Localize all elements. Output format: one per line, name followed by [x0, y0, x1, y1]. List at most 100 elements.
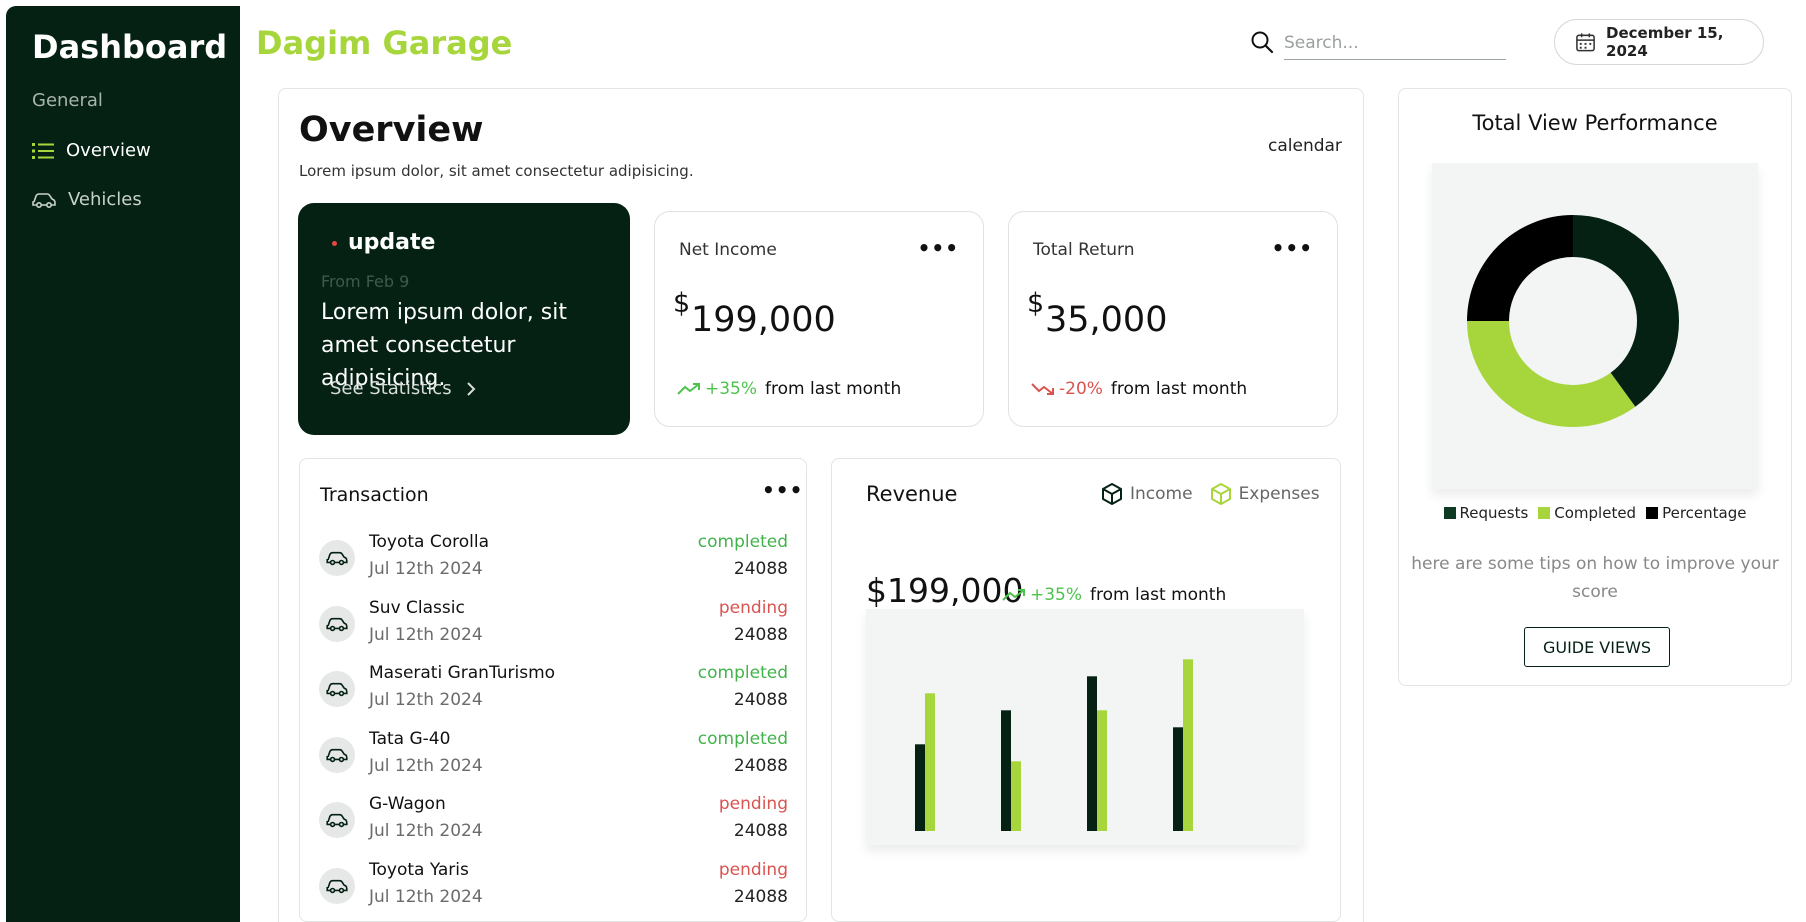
stat-currency: $: [673, 288, 691, 319]
more-icon[interactable]: •••: [762, 478, 803, 502]
more-icon[interactable]: •••: [918, 236, 959, 260]
status-badge: pending: [718, 860, 788, 880]
legend-requests: Requests: [1443, 504, 1528, 522]
more-icon[interactable]: •••: [1272, 236, 1313, 260]
bar-series1-2: [1097, 710, 1107, 831]
trend-down-icon: [1031, 383, 1054, 395]
vehicle-name: Toyota Corolla: [369, 532, 489, 552]
vehicle-name: Suv Classic: [369, 597, 465, 618]
transaction-amount: 24088: [733, 624, 788, 645]
update-card: update From Feb 9 Lorem ipsum dolor, sit…: [298, 203, 630, 435]
donut-chart-box: [1432, 163, 1758, 489]
see-statistics-label: See Statistics: [330, 378, 452, 399]
stat-trend: -20% from last month: [1031, 379, 1247, 399]
legend-income: Income: [1100, 482, 1193, 506]
update-date: From Feb 9: [321, 272, 410, 291]
bar-series0-3: [1173, 727, 1183, 831]
revenue-value: $199,000: [866, 571, 1024, 610]
legend-swatch: [1443, 507, 1456, 519]
tips-text: here are some tips on how to improve you…: [1411, 554, 1779, 602]
legend-swatch: [1646, 507, 1659, 519]
transaction-amount: 24088: [733, 755, 788, 776]
car-avatar: [319, 605, 355, 642]
status-badge: pending: [718, 794, 788, 815]
table-row[interactable]: Tata G-40 Jul 12th 2024 completed 24088: [318, 725, 788, 783]
donut-slice-percentage: [1467, 215, 1573, 321]
stat-currency: $: [1027, 288, 1045, 319]
car-avatar: [319, 802, 355, 839]
legend-expenses: Expenses: [1209, 482, 1320, 506]
cube-icon: [1102, 483, 1122, 505]
update-dot: [332, 241, 337, 246]
transaction-amount: 24088: [733, 821, 788, 842]
transaction-date: Jul 12th 2024: [369, 755, 483, 776]
revenue-title: Revenue: [866, 482, 958, 506]
vehicle-name: Maserati GranTurismo: [369, 663, 556, 684]
stat-label: Net Income: [679, 240, 777, 260]
sidebar-item-label: Vehicles: [68, 189, 142, 210]
table-row[interactable]: G-Wagon Jul 12th 2024 pending 24088: [318, 790, 788, 848]
donut-legend: Requests Completed Percentage: [1398, 504, 1792, 522]
total-return-card: Total Return ••• $ 35,000 -20% from last…: [1008, 211, 1338, 427]
revenue-trend: +35% from last month: [1002, 585, 1226, 605]
stat-value: 199,000: [691, 300, 836, 340]
transaction-date: Jul 12th 2024: [369, 887, 483, 907]
transaction-date: Jul 12th 2024: [369, 690, 483, 711]
legend-completed: Completed: [1538, 504, 1636, 522]
legend-percentage: Percentage: [1646, 504, 1746, 522]
car-icon: [32, 192, 56, 208]
app-title: Dagim Garage: [256, 24, 513, 62]
trend-value: -20%: [1059, 379, 1103, 399]
table-row[interactable]: Toyota Corolla Jul 12th 2024 completed 2408…: [318, 528, 788, 586]
revenue-chart: [866, 609, 1304, 845]
table-row[interactable]: Maserati GranTurismo Jul 12th 2024 complet…: [318, 659, 788, 717]
trend-up-icon: [1002, 589, 1025, 601]
legend-income-label: Income: [1130, 484, 1193, 504]
list-icon: [32, 142, 54, 159]
donut-slice-completed: [1467, 321, 1636, 427]
stat-label: Total Return: [1033, 240, 1135, 260]
net-income-card: Net Income ••• $ 199,000 +35% from last …: [654, 211, 984, 427]
update-title: update: [348, 230, 436, 255]
car-icon: [326, 551, 348, 566]
date-picker[interactable]: December 15, 2024: [1554, 19, 1764, 65]
sidebar-item-overview[interactable]: Overview: [32, 140, 151, 161]
status-badge: completed: [697, 728, 788, 749]
transaction-title: Transaction: [320, 484, 429, 506]
bar-series0-1: [1001, 710, 1011, 831]
guide-views-button[interactable]: GUIDE VIEWS: [1524, 627, 1670, 667]
car-avatar: [319, 540, 355, 576]
table-row[interactable]: Toyota Yaris Jul 12th 2024 pending 24088: [318, 856, 788, 914]
transaction-date: Jul 12th 2024: [369, 624, 483, 645]
transaction-amount: 24088: [733, 690, 788, 711]
transaction-amount: 24088: [733, 887, 788, 907]
revenue-bar-chart: [915, 659, 1193, 831]
transaction-date: Jul 12th 2024: [369, 821, 483, 842]
search-icon[interactable]: [1250, 30, 1274, 54]
donut-slice-requests: [1573, 215, 1679, 407]
trend-up-icon: [677, 383, 700, 395]
status-badge: completed: [697, 663, 788, 684]
donut-chart: [1467, 215, 1679, 427]
table-row[interactable]: Suv Classic Jul 12th 2024 pending 24088: [318, 594, 788, 652]
search-bar: [1250, 26, 1506, 60]
performance-title: Total View Performance: [1472, 111, 1718, 135]
car-avatar: [319, 671, 355, 708]
see-statistics-link[interactable]: See Statistics: [330, 378, 476, 399]
date-label: December 15, 2024: [1606, 24, 1724, 60]
car-icon: [326, 617, 348, 631]
sidebar-item-label: Overview: [66, 140, 151, 161]
car-icon: [326, 748, 348, 762]
car-avatar: [319, 736, 355, 773]
page-title: Overview: [299, 110, 484, 150]
calendar-link[interactable]: calendar: [1268, 136, 1342, 156]
trend-value: +35%: [705, 379, 758, 399]
trend-value: +35%: [1030, 585, 1083, 605]
search-input[interactable]: [1284, 26, 1506, 60]
bar-series1-1: [1011, 761, 1021, 831]
car-icon: [326, 814, 348, 828]
car-avatar: [319, 868, 355, 904]
vehicle-name: Tata G-40: [369, 728, 451, 749]
sidebar-item-vehicles[interactable]: Vehicles: [32, 189, 142, 210]
sidebar-brand: Dashboard: [32, 28, 228, 66]
